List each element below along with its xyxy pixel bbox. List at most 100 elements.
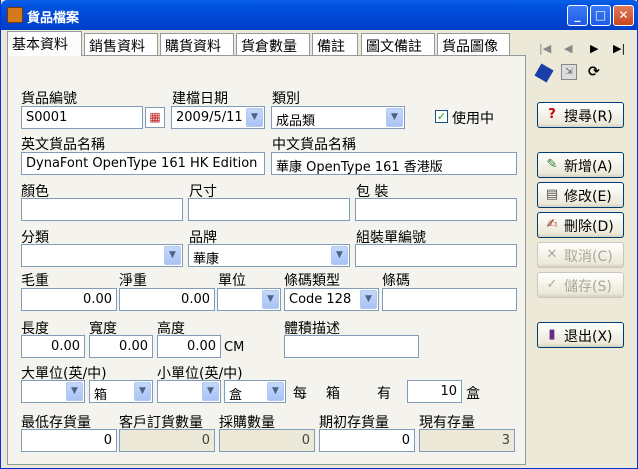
add-button[interactable]: ✎ 新增(A) xyxy=(537,152,624,178)
volume-input[interactable] xyxy=(284,335,419,358)
edit-button[interactable]: ▤ 修改(E) xyxy=(537,182,624,208)
edit-button-label: 修改(E) xyxy=(564,189,612,205)
tab-image-notes[interactable]: 圖文備註 xyxy=(361,33,435,55)
brand-select[interactable]: 華康 ▼ xyxy=(188,244,350,267)
class-select[interactable]: ▼ xyxy=(21,244,183,267)
save-button-label: 儲存(S) xyxy=(564,279,612,295)
initial-input[interactable]: 0 xyxy=(319,429,415,452)
cancel-button[interactable]: ✕ 取消(C) xyxy=(537,242,624,268)
tab-notes[interactable]: 備註 xyxy=(312,33,358,55)
barcode-type-select[interactable]: Code 128 ▼ xyxy=(284,288,379,311)
small-unit-zh-select[interactable]: 盒 ▼ xyxy=(224,380,286,403)
width-input[interactable]: 0.00 xyxy=(89,335,153,358)
per-label: 每 xyxy=(293,386,307,402)
eraser-icon[interactable] xyxy=(534,63,554,83)
chevron-down-icon: ▼ xyxy=(267,382,284,401)
net-input[interactable]: 0.00 xyxy=(119,288,215,311)
nav-last-icon[interactable]: ▶| xyxy=(613,42,625,55)
nav-first-icon[interactable]: |◀ xyxy=(539,42,551,55)
maximize-button[interactable]: □ xyxy=(590,5,611,26)
tab-purchase[interactable]: 購貨資料 xyxy=(160,33,234,55)
category-value: 成品類 xyxy=(276,114,316,129)
size-input[interactable] xyxy=(188,198,350,221)
cancel-button-label: 取消(C) xyxy=(564,249,613,265)
box2-label: 盒 xyxy=(466,386,480,402)
nav-prev-icon[interactable]: ◀ xyxy=(564,42,572,55)
big-unit-en-select[interactable]: ▼ xyxy=(21,380,85,403)
nav-next-icon[interactable]: ▶ xyxy=(590,42,598,55)
exit-icon: ▮ xyxy=(548,327,556,342)
inuse-label: 使用中 xyxy=(452,111,494,127)
save-button[interactable]: ✓ 儲存(S) xyxy=(537,272,624,298)
height-input[interactable]: 0.00 xyxy=(157,335,221,358)
tab-basic[interactable]: 基本資料 xyxy=(7,31,82,56)
date-picker[interactable]: 2009/5/11 ▼ xyxy=(171,106,265,129)
goto-icon[interactable]: ⇲ xyxy=(561,64,577,80)
barcode-type-label: 條碼類型 xyxy=(284,273,340,289)
category-select[interactable]: 成品類 ▼ xyxy=(271,106,405,129)
en-name-input[interactable]: DynaFont OpenType 161 HK Edition xyxy=(21,152,265,175)
code-input[interactable]: S0001 xyxy=(21,106,143,129)
en-name-label: 英文貨品名稱 xyxy=(21,137,105,153)
small-unit-value: 盒 xyxy=(229,388,243,403)
current-value: 3 xyxy=(419,429,515,452)
barcode-label: 條碼 xyxy=(382,273,410,289)
net-label: 淨重 xyxy=(119,273,147,289)
have-label: 有 xyxy=(377,386,391,402)
purchase-value: 0 xyxy=(219,429,315,452)
box-label: 箱 xyxy=(326,386,340,402)
tab-sales[interactable]: 銷售資料 xyxy=(84,33,158,55)
title-bar: 貨品檔案 _ □ ✕ xyxy=(1,0,638,30)
zh-name-label: 中文貨品名稱 xyxy=(272,137,356,153)
chevron-down-icon: ▼ xyxy=(66,382,83,401)
delete-button[interactable]: ✍ 刪除(D) xyxy=(537,212,624,238)
big-unit-value: 箱 xyxy=(94,388,108,403)
exit-button-label: 退出(X) xyxy=(564,329,613,345)
min-stock-input[interactable]: 0 xyxy=(21,429,117,452)
delete-button-label: 刪除(D) xyxy=(564,219,614,235)
big-unit-zh-select[interactable]: 箱 ▼ xyxy=(89,380,153,403)
cm-unit-label: CM xyxy=(224,340,245,355)
lookup-icon[interactable]: ▦ xyxy=(145,107,165,128)
code-label: 貨品編號 xyxy=(21,91,77,107)
search-button[interactable]: ? 搜尋(R) xyxy=(537,102,624,128)
chevron-down-icon: ▼ xyxy=(202,382,219,401)
color-input[interactable] xyxy=(21,198,183,221)
barcode-type-value: Code 128 xyxy=(289,292,352,307)
chevron-down-icon: ▼ xyxy=(331,246,348,265)
search-button-label: 搜尋(R) xyxy=(564,109,613,125)
zh-name-input[interactable]: 華康 OpenType 161 香港版 xyxy=(271,152,517,175)
tab-images[interactable]: 貨品圖像 xyxy=(437,33,510,55)
small-unit-en-select[interactable]: ▼ xyxy=(157,380,221,403)
qty-input[interactable]: 10 xyxy=(407,380,462,403)
length-input[interactable]: 0.00 xyxy=(21,335,85,358)
minimize-button[interactable]: _ xyxy=(567,5,588,26)
save-icon: ✓ xyxy=(546,277,558,292)
date-value: 2009/5/11 xyxy=(176,110,243,125)
pack-input[interactable] xyxy=(355,198,517,221)
category-label: 類別 xyxy=(272,91,300,107)
unit-select[interactable]: ▼ xyxy=(217,288,281,311)
chevron-down-icon: ▼ xyxy=(360,290,377,309)
search-icon: ? xyxy=(548,107,556,122)
chevron-down-icon: ▼ xyxy=(164,246,181,265)
tab-warehouse[interactable]: 貨倉數量 xyxy=(236,33,310,55)
inuse-checkbox[interactable]: ✓ xyxy=(435,110,448,123)
refresh-icon[interactable]: ⟳ xyxy=(588,64,600,80)
add-button-label: 新增(A) xyxy=(564,159,613,175)
chevron-down-icon: ▼ xyxy=(386,108,403,127)
close-button[interactable]: ✕ xyxy=(613,5,634,26)
exit-button[interactable]: ▮ 退出(X) xyxy=(537,322,624,348)
chevron-down-icon: ▼ xyxy=(262,290,279,309)
gross-label: 毛重 xyxy=(21,273,49,289)
cust-order-value: 0 xyxy=(119,429,215,452)
window: 貨品檔案 _ □ ✕ 基本資料 銷售資料 購貨資料 貨倉數量 備註 圖文備註 貨… xyxy=(0,0,638,469)
chevron-down-icon: ▼ xyxy=(134,382,151,401)
date-label: 建檔日期 xyxy=(172,91,228,107)
barcode-input[interactable] xyxy=(382,288,517,311)
edit-icon: ▤ xyxy=(545,187,559,202)
assembly-input[interactable] xyxy=(355,244,517,267)
gross-input[interactable]: 0.00 xyxy=(21,288,117,311)
window-title: 貨品檔案 xyxy=(27,11,80,26)
unit-label: 單位 xyxy=(218,273,246,289)
